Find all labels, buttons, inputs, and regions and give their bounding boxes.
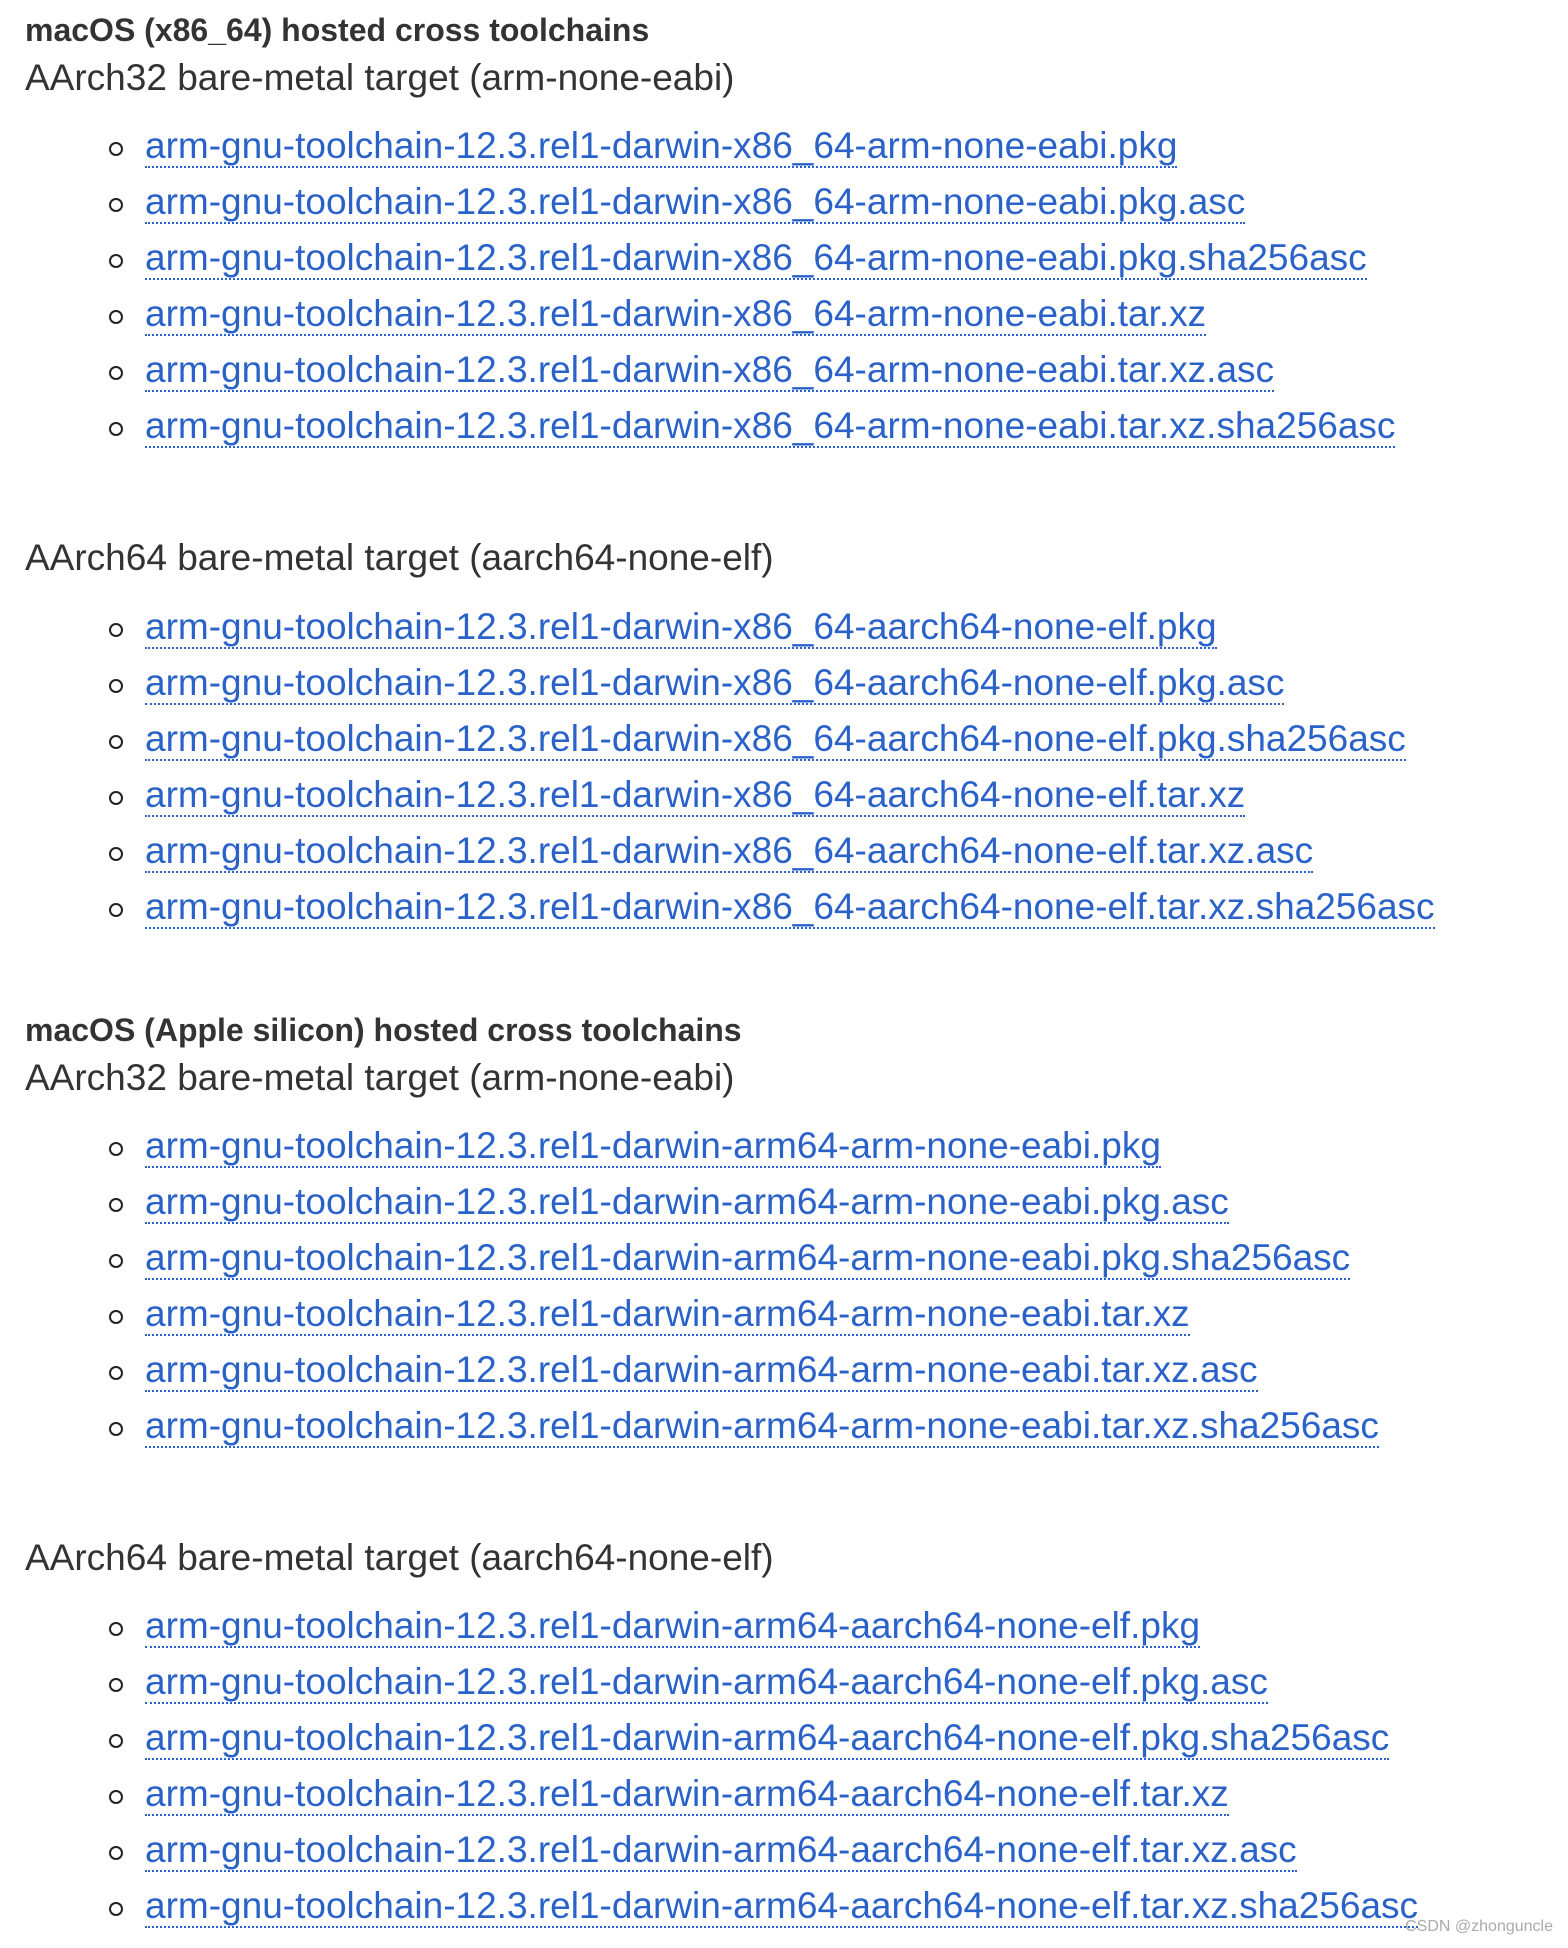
bullet-icon (109, 903, 123, 917)
bullet-icon (109, 1790, 123, 1804)
download-list: arm-gnu-toolchain-12.3.rel1-darwin-x86_6… (0, 599, 1435, 935)
list-item: arm-gnu-toolchain-12.3.rel1-darwin-arm64… (0, 1822, 1418, 1878)
download-list: arm-gnu-toolchain-12.3.rel1-darwin-x86_6… (0, 118, 1396, 454)
list-item: arm-gnu-toolchain-12.3.rel1-darwin-arm64… (0, 1342, 1379, 1398)
download-link[interactable]: arm-gnu-toolchain-12.3.rel1-darwin-arm64… (145, 1661, 1268, 1704)
group-title-aarch64: AArch64 bare-metal target (aarch64-none-… (25, 1537, 774, 1578)
bullet-icon (109, 1622, 123, 1636)
download-link[interactable]: arm-gnu-toolchain-12.3.rel1-darwin-arm64… (145, 1405, 1379, 1448)
bullet-icon (109, 1902, 123, 1916)
list-item: arm-gnu-toolchain-12.3.rel1-darwin-x86_6… (0, 711, 1435, 767)
page: macOS (x86_64) hosted cross toolchains A… (0, 0, 1568, 1948)
list-item: arm-gnu-toolchain-12.3.rel1-darwin-x86_6… (0, 118, 1395, 174)
group-title-aarch64: AArch64 bare-metal target (aarch64-none-… (25, 537, 774, 578)
list-item: arm-gnu-toolchain-12.3.rel1-darwin-x86_6… (0, 655, 1435, 711)
bullet-icon (109, 254, 123, 268)
bullet-icon (109, 1846, 123, 1860)
download-link[interactable]: arm-gnu-toolchain-12.3.rel1-darwin-x86_6… (145, 606, 1217, 649)
download-link[interactable]: arm-gnu-toolchain-12.3.rel1-darwin-arm64… (145, 1773, 1229, 1816)
bullet-icon (109, 366, 123, 380)
bullet-icon (109, 623, 123, 637)
bullet-icon (109, 1254, 123, 1268)
group-title-aarch32: AArch32 bare-metal target (arm-none-eabi… (25, 1057, 735, 1098)
download-link[interactable]: arm-gnu-toolchain-12.3.rel1-darwin-x86_6… (145, 349, 1275, 392)
section-heading-macos-apple-silicon: macOS (Apple silicon) hosted cross toolc… (25, 1012, 742, 1048)
bullet-icon (109, 198, 123, 212)
download-link[interactable]: arm-gnu-toolchain-12.3.rel1-darwin-x86_6… (145, 718, 1406, 761)
bullet-icon (109, 422, 123, 436)
list-item: arm-gnu-toolchain-12.3.rel1-darwin-arm64… (0, 1174, 1379, 1230)
download-link[interactable]: arm-gnu-toolchain-12.3.rel1-darwin-arm64… (145, 1605, 1201, 1648)
list-item: arm-gnu-toolchain-12.3.rel1-darwin-arm64… (0, 1766, 1418, 1822)
list-item: arm-gnu-toolchain-12.3.rel1-darwin-x86_6… (0, 823, 1435, 879)
list-item: arm-gnu-toolchain-12.3.rel1-darwin-arm64… (0, 1118, 1379, 1174)
download-list: arm-gnu-toolchain-12.3.rel1-darwin-arm64… (0, 1118, 1379, 1454)
download-link[interactable]: arm-gnu-toolchain-12.3.rel1-darwin-arm64… (145, 1885, 1419, 1928)
download-link[interactable]: arm-gnu-toolchain-12.3.rel1-darwin-arm64… (145, 1829, 1297, 1872)
list-item: arm-gnu-toolchain-12.3.rel1-darwin-x86_6… (0, 398, 1396, 454)
download-list: arm-gnu-toolchain-12.3.rel1-darwin-arm64… (0, 1598, 1419, 1934)
list-item: arm-gnu-toolchain-12.3.rel1-darwin-x86_6… (0, 599, 1435, 655)
download-link[interactable]: arm-gnu-toolchain-12.3.rel1-darwin-x86_6… (145, 886, 1435, 929)
bullet-icon (109, 1422, 123, 1436)
list-item: arm-gnu-toolchain-12.3.rel1-darwin-arm64… (0, 1654, 1418, 1710)
list-item: arm-gnu-toolchain-12.3.rel1-darwin-x86_6… (0, 230, 1395, 286)
list-item: arm-gnu-toolchain-12.3.rel1-darwin-arm64… (0, 1286, 1379, 1342)
bullet-icon (109, 1734, 123, 1748)
download-link[interactable]: arm-gnu-toolchain-12.3.rel1-darwin-x86_6… (145, 125, 1178, 168)
download-link[interactable]: arm-gnu-toolchain-12.3.rel1-darwin-x86_6… (145, 405, 1396, 448)
section-heading-macos-x86_64: macOS (x86_64) hosted cross toolchains (25, 12, 650, 48)
download-link[interactable]: arm-gnu-toolchain-12.3.rel1-darwin-x86_6… (145, 181, 1246, 224)
bullet-icon (109, 1310, 123, 1324)
watermark: CSDN @zhonguncle (1405, 1918, 1553, 1935)
list-item: arm-gnu-toolchain-12.3.rel1-darwin-x86_6… (0, 767, 1435, 823)
bullet-icon (109, 1142, 123, 1156)
list-item: arm-gnu-toolchain-12.3.rel1-darwin-arm64… (0, 1598, 1418, 1654)
download-link[interactable]: arm-gnu-toolchain-12.3.rel1-darwin-arm64… (145, 1293, 1190, 1336)
list-item: arm-gnu-toolchain-12.3.rel1-darwin-arm64… (0, 1710, 1418, 1766)
bullet-icon (109, 679, 123, 693)
download-link[interactable]: arm-gnu-toolchain-12.3.rel1-darwin-x86_6… (145, 237, 1367, 280)
bullet-icon (109, 142, 123, 156)
download-link[interactable]: arm-gnu-toolchain-12.3.rel1-darwin-x86_6… (145, 662, 1285, 705)
list-item: arm-gnu-toolchain-12.3.rel1-darwin-arm64… (0, 1230, 1379, 1286)
list-item: arm-gnu-toolchain-12.3.rel1-darwin-x86_6… (0, 174, 1395, 230)
bullet-icon (109, 847, 123, 861)
list-item: arm-gnu-toolchain-12.3.rel1-darwin-x86_6… (0, 342, 1395, 398)
bullet-icon (109, 791, 123, 805)
bullet-icon (109, 735, 123, 749)
download-link[interactable]: arm-gnu-toolchain-12.3.rel1-darwin-x86_6… (145, 774, 1246, 817)
group-title-aarch32: AArch32 bare-metal target (arm-none-eabi… (25, 57, 735, 98)
bullet-icon (109, 310, 123, 324)
list-item: arm-gnu-toolchain-12.3.rel1-darwin-arm64… (0, 1878, 1419, 1934)
bullet-icon (109, 1198, 123, 1212)
list-item: arm-gnu-toolchain-12.3.rel1-darwin-x86_6… (0, 286, 1395, 342)
download-link[interactable]: arm-gnu-toolchain-12.3.rel1-darwin-arm64… (145, 1181, 1229, 1224)
download-link[interactable]: arm-gnu-toolchain-12.3.rel1-darwin-x86_6… (145, 293, 1207, 336)
bullet-icon (109, 1678, 123, 1692)
list-item: arm-gnu-toolchain-12.3.rel1-darwin-arm64… (0, 1398, 1379, 1454)
download-link[interactable]: arm-gnu-toolchain-12.3.rel1-darwin-arm64… (145, 1717, 1390, 1760)
download-link[interactable]: arm-gnu-toolchain-12.3.rel1-darwin-arm64… (145, 1237, 1351, 1280)
bullet-icon (109, 1366, 123, 1380)
list-item: arm-gnu-toolchain-12.3.rel1-darwin-x86_6… (0, 879, 1435, 935)
download-link[interactable]: arm-gnu-toolchain-12.3.rel1-darwin-arm64… (145, 1349, 1258, 1392)
download-link[interactable]: arm-gnu-toolchain-12.3.rel1-darwin-arm64… (145, 1125, 1161, 1168)
download-link[interactable]: arm-gnu-toolchain-12.3.rel1-darwin-x86_6… (145, 830, 1314, 873)
